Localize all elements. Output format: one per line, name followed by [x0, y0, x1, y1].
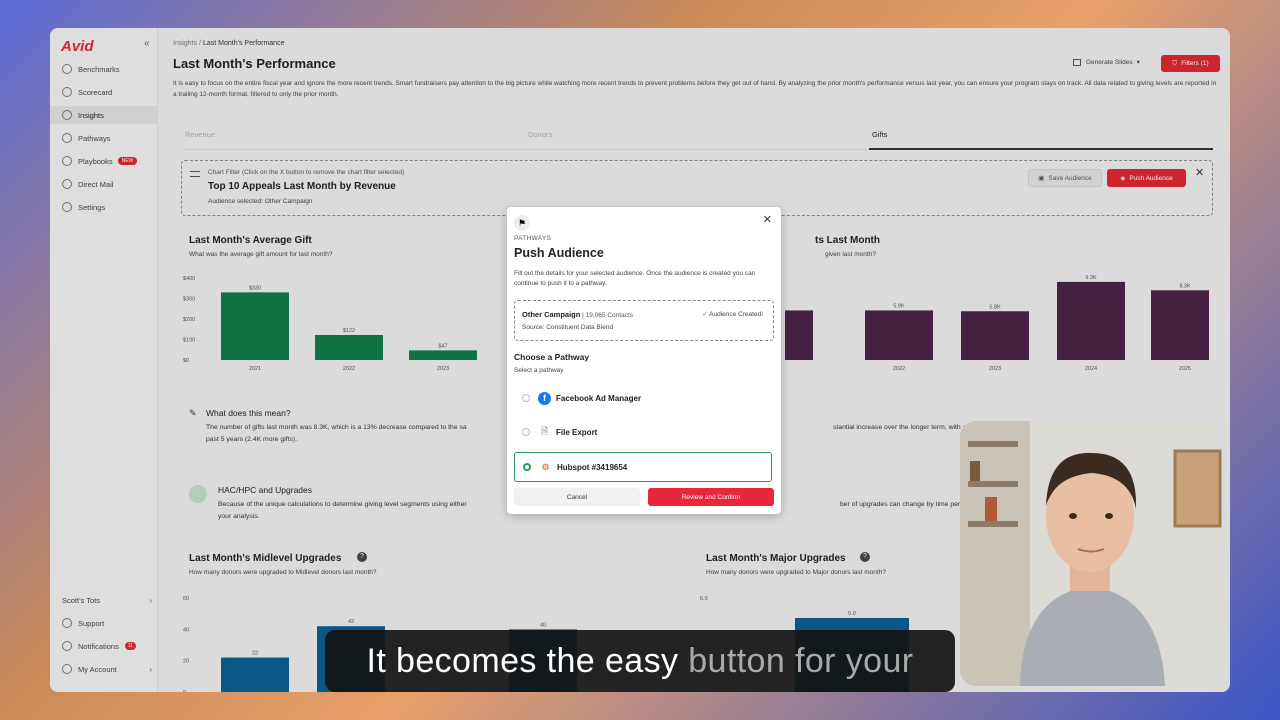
radio-button[interactable]: [522, 428, 530, 436]
radio-button[interactable]: [522, 394, 530, 402]
audience-name: Other Campaign: [522, 310, 581, 319]
pathways-logo-icon: ⚑: [514, 215, 530, 231]
modal-category: PATHWAYS: [514, 235, 552, 242]
audience-name-line: Other Campaign | 19,065 Contacts: [522, 310, 633, 319]
radio-button-selected[interactable]: [523, 463, 531, 471]
audience-status: ✓ Audience Created!: [702, 311, 763, 318]
modal-description: Fill out the details for your selected a…: [514, 270, 756, 287]
presenter-video-image: [960, 421, 1222, 686]
pathway-option-hubspot[interactable]: ⚙ Hubspot #3419654: [514, 452, 772, 482]
pathway-option-facebook[interactable]: f Facebook Ad Manager: [514, 383, 772, 413]
choose-pathway-title: Choose a Pathway: [514, 352, 590, 362]
audience-count: 19,065 Contacts: [585, 312, 633, 319]
hubspot-icon: ⚙: [541, 461, 550, 472]
file-icon: 🗎: [540, 426, 549, 436]
pathway-option-file-export[interactable]: 🗎 File Export: [514, 417, 772, 447]
audience-summary-card: Other Campaign | 19,065 Contacts Source:…: [514, 300, 774, 341]
modal-title: Push Audience: [514, 246, 604, 260]
choose-pathway-subtitle: Select a pathway: [514, 367, 564, 374]
video-caption: It becomes the easy button for your: [325, 630, 955, 692]
close-icon[interactable]: ✕: [763, 213, 772, 226]
push-audience-modal: ⚑ ✕ PATHWAYS Push Audience Fill out the …: [507, 207, 781, 514]
caption-spoken-text: It becomes the easy: [366, 641, 689, 680]
audience-source: Source: Constituent Data Blend: [522, 324, 614, 331]
review-and-confirm-button[interactable]: Review and Confirm: [648, 488, 774, 506]
webcam-video-overlay: [960, 421, 1222, 686]
caption-upcoming-text: button for your: [688, 641, 914, 680]
cancel-button[interactable]: Cancel: [514, 488, 640, 506]
facebook-icon: f: [538, 391, 551, 405]
